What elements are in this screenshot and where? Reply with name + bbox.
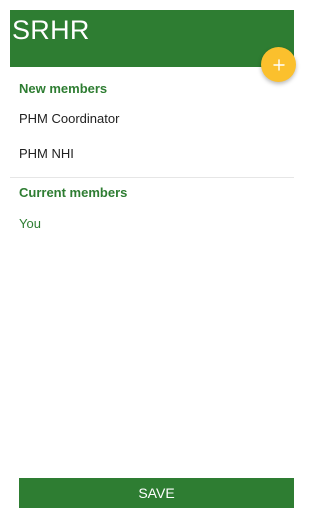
add-member-fab[interactable]: [261, 47, 296, 82]
screen: SRHR New members PHM Coordinator PHM NHI…: [0, 0, 296, 508]
current-member-item-you[interactable]: You: [19, 216, 41, 232]
new-members-header: New members: [19, 81, 108, 96]
new-member-item-phm-coordinator[interactable]: PHM Coordinator: [19, 111, 119, 127]
section-divider: [10, 177, 294, 178]
plus-icon: [272, 58, 285, 71]
save-button[interactable]: SAVE: [19, 478, 294, 508]
current-members-header: Current members: [19, 185, 128, 200]
page-title: SRHR: [12, 15, 90, 45]
new-member-item-phm-nhi[interactable]: PHM NHI: [19, 146, 74, 162]
app-bar: SRHR: [10, 10, 294, 67]
